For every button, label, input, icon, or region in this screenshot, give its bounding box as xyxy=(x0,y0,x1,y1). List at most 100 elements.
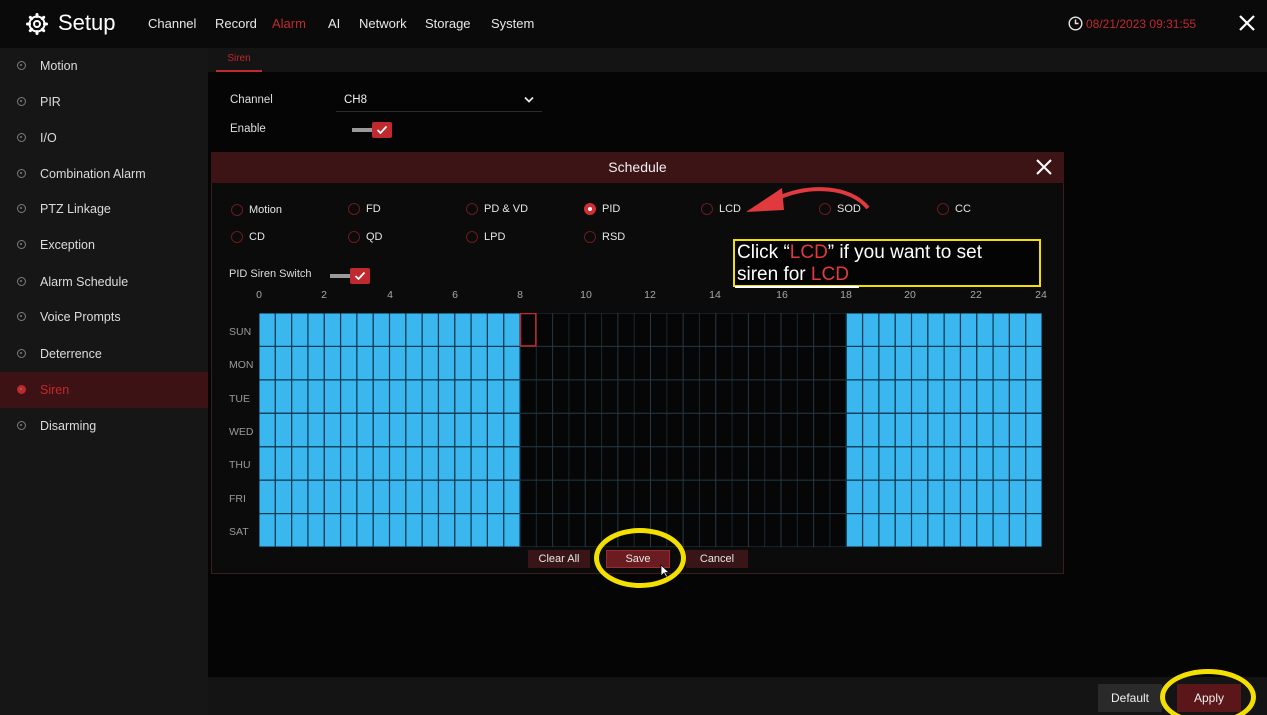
day-label: SUN xyxy=(229,326,252,338)
nav-system[interactable]: System xyxy=(491,16,534,31)
sidebar-item-disarming[interactable]: Disarming xyxy=(0,408,208,444)
hour-label: 6 xyxy=(452,289,458,301)
radio-label: CC xyxy=(955,203,971,215)
hour-label: 14 xyxy=(709,289,721,301)
sidebar-item-deterrence[interactable]: Deterrence xyxy=(0,336,208,372)
sidebar-dot-icon xyxy=(17,240,26,249)
hour-label: 18 xyxy=(840,289,852,301)
radio-circle xyxy=(584,231,596,243)
radio-circle xyxy=(231,204,243,216)
radio-circle xyxy=(348,203,360,215)
sidebar-item-motion[interactable]: Motion xyxy=(0,48,208,84)
nav-channel[interactable]: Channel xyxy=(148,16,196,31)
default-button[interactable]: Default xyxy=(1098,684,1162,712)
sidebar-item-combination-alarm[interactable]: Combination Alarm xyxy=(0,156,208,192)
tab-siren[interactable]: Siren xyxy=(216,48,262,72)
clock-icon xyxy=(1068,16,1083,31)
sidebar-item-label: Combination Alarm xyxy=(40,167,146,181)
hour-label: 4 xyxy=(387,289,393,301)
sidebar-item-label: Siren xyxy=(40,383,70,397)
day-label: TUE xyxy=(229,393,250,405)
annotation-underline xyxy=(735,286,859,288)
channel-select-value: CH8 xyxy=(344,94,368,106)
hour-label: 24 xyxy=(1035,289,1047,301)
day-label: THU xyxy=(229,459,251,471)
hour-label: 10 xyxy=(580,289,592,301)
top-bar: Setup Channel Record Alarm AI Network St… xyxy=(0,0,1267,48)
annotation-line-2: siren for LCD xyxy=(737,264,849,286)
radio-label: RSD xyxy=(602,231,626,243)
day-label: WED xyxy=(229,426,254,438)
datetime: 08/21/2023 09:31:55 xyxy=(1086,17,1197,31)
hour-label: 16 xyxy=(776,289,788,301)
sidebar-item-label: Alarm Schedule xyxy=(40,275,129,289)
annotation-callout: Click “LCD” if you want to set siren for… xyxy=(733,239,1041,288)
subtab-bar xyxy=(208,48,1267,72)
radio-circle xyxy=(701,203,713,215)
annotation-text: ” if you want to set xyxy=(827,242,982,263)
close-icon[interactable] xyxy=(1237,13,1257,33)
radio-label: QD xyxy=(366,231,383,243)
radio-label: Motion xyxy=(249,204,283,216)
sidebar-item-label: Deterrence xyxy=(40,347,102,361)
sidebar-item-siren[interactable]: Siren xyxy=(0,372,208,408)
annotation-highlight: LCD xyxy=(810,264,849,285)
sidebar-item-exception[interactable]: Exception xyxy=(0,227,208,263)
radio-label: FD xyxy=(366,203,381,215)
tab-siren-label: Siren xyxy=(227,53,251,64)
sidebar-item-voice-prompts[interactable]: Voice Prompts xyxy=(0,299,208,335)
schedule-dialog-title: Schedule xyxy=(608,159,667,175)
enable-toggle[interactable] xyxy=(352,122,392,138)
close-icon[interactable] xyxy=(1034,157,1054,177)
day-label: SAT xyxy=(229,526,249,538)
annotation-text: siren for xyxy=(737,264,811,285)
nav-network[interactable]: Network xyxy=(359,16,407,31)
sidebar-item-label: Voice Prompts xyxy=(40,310,121,324)
sidebar-item-label: Exception xyxy=(40,238,95,252)
sidebar-dot-icon xyxy=(17,204,26,213)
nav-alarm[interactable]: Alarm xyxy=(272,16,306,31)
schedule-grid-svg[interactable] xyxy=(259,313,1042,547)
hour-label: 8 xyxy=(517,289,523,301)
annotation-text: Click “ xyxy=(737,242,790,263)
sidebar-dot-icon xyxy=(17,277,26,286)
sidebar-item-io[interactable]: I/O xyxy=(0,120,208,156)
radio-label: PD & VD xyxy=(484,203,529,215)
schedule-grid[interactable] xyxy=(259,313,1042,547)
clear-all-button[interactable]: Clear All xyxy=(528,550,590,568)
page-title: Setup xyxy=(58,10,116,35)
sidebar-item-alarm-schedule[interactable]: Alarm Schedule xyxy=(0,264,208,300)
pid-siren-switch-label: PID Siren Switch xyxy=(229,268,312,280)
sidebar-item-label: I/O xyxy=(40,131,57,145)
annotation-highlight: LCD xyxy=(789,242,828,263)
radio-label: PID xyxy=(602,203,621,215)
day-label: FRI xyxy=(229,493,246,505)
sidebar-dot-icon xyxy=(17,349,26,358)
sidebar-dot-icon xyxy=(17,312,26,321)
hour-label: 20 xyxy=(904,289,916,301)
pid-siren-switch-toggle[interactable] xyxy=(330,268,370,284)
sidebar-dot-icon xyxy=(17,421,26,430)
sidebar-item-label: PIR xyxy=(40,95,61,109)
hour-label: 2 xyxy=(321,289,327,301)
cancel-button[interactable]: Cancel xyxy=(686,550,748,568)
nav-storage[interactable]: Storage xyxy=(425,16,471,31)
nav-ai[interactable]: AI xyxy=(328,16,340,31)
radio-circle xyxy=(348,231,360,243)
channel-select[interactable]: CH8 xyxy=(336,88,542,112)
chevron-down-icon xyxy=(524,96,534,103)
check-icon xyxy=(354,271,366,281)
sidebar-item-pir[interactable]: PIR xyxy=(0,84,208,120)
sidebar-item-label: Motion xyxy=(40,59,78,73)
radio-circle xyxy=(466,203,478,215)
toggle-knob xyxy=(350,268,370,284)
sidebar-dot-icon xyxy=(17,169,26,178)
sidebar-item-label: PTZ Linkage xyxy=(40,202,111,216)
sidebar-item-ptz-linkage[interactable]: PTZ Linkage xyxy=(0,191,208,227)
enable-label: Enable xyxy=(230,123,266,135)
annotation-line-1: Click “LCD” if you want to set xyxy=(737,242,982,264)
radio-label: CD xyxy=(249,231,265,243)
nav-record[interactable]: Record xyxy=(215,16,257,31)
hour-label: 22 xyxy=(970,289,982,301)
hour-label: 0 xyxy=(256,289,262,301)
